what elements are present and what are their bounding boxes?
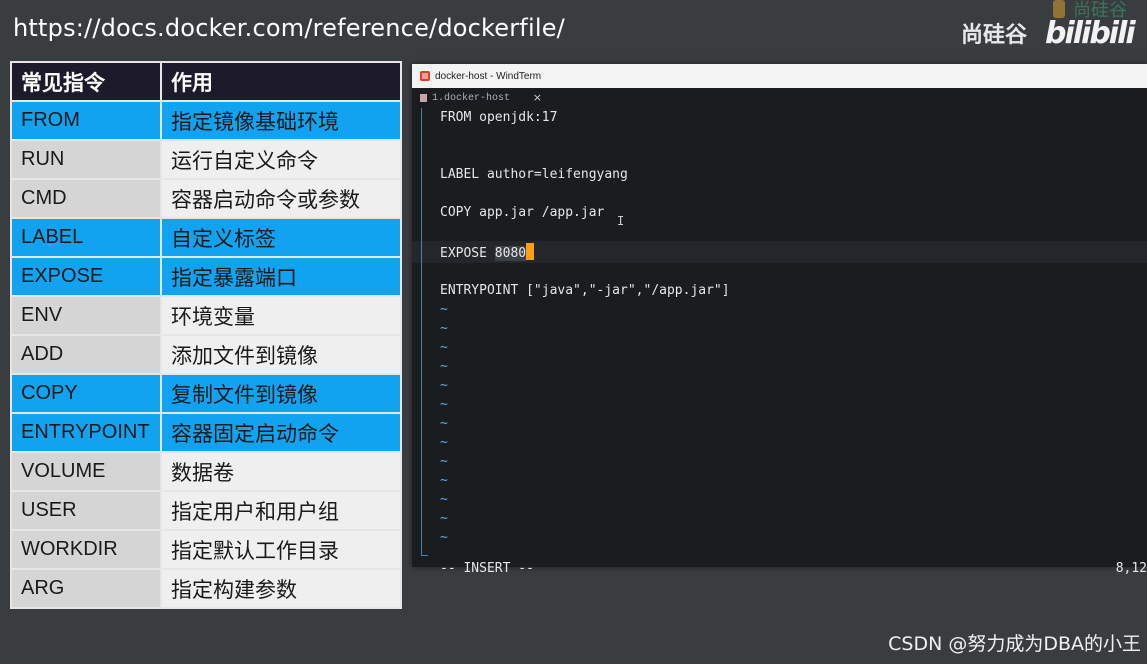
command-cell: FROM (10, 100, 162, 141)
gutter-marker-end (421, 555, 428, 556)
purpose-cell: 指定镜像基础环境 (160, 100, 402, 141)
header-command: 常见指令 (10, 61, 162, 102)
empty-line-tilde: ~ (440, 473, 448, 488)
expose-port: 8080 (494, 246, 527, 261)
purpose-cell: 环境变量 (160, 295, 402, 336)
dockerfile-commands-table: 常见指令 作用 FROM 指定镜像基础环境 RUN 运行自定义命令 CMD 容器启动命… (10, 61, 402, 609)
purpose-cell: 容器固定启动命令 (160, 412, 402, 453)
table-row: WORKDIR 指定默认工作目录 (10, 529, 402, 570)
tab-docker-host[interactable]: 1.docker-host × (412, 88, 550, 108)
table-header-row: 常见指令 作用 (10, 61, 402, 102)
command-cell: ENV (10, 295, 162, 336)
editor-line: ENTRYPOINT ["java","-jar","/app.jar"] (440, 283, 730, 298)
purpose-cell: 指定构建参数 (160, 568, 402, 609)
brand-name: 尚硅谷 (961, 23, 1028, 48)
ibeam-cursor-icon: I (617, 214, 625, 228)
empty-line-tilde: ~ (440, 359, 448, 374)
table-row: RUN 运行自定义命令 (10, 139, 402, 180)
table-row: USER 指定用户和用户组 (10, 490, 402, 531)
editor-line: FROM openjdk:17 (440, 110, 558, 125)
command-cell: LABEL (10, 217, 162, 258)
empty-line-tilde: ~ (440, 492, 448, 507)
header-purpose: 作用 (160, 61, 402, 102)
table-row: FROM 指定镜像基础环境 (10, 100, 402, 141)
table-row: EXPOSE 指定暴露端口 (10, 256, 402, 297)
empty-line-tilde: ~ (440, 454, 448, 469)
empty-line-tilde: ~ (440, 397, 448, 412)
command-cell: EXPOSE (10, 256, 162, 297)
table-row: COPY 复制文件到镜像 (10, 373, 402, 414)
windterm-window[interactable]: docker-host - WindTerm 1.docker-host × F… (412, 64, 1147, 576)
text-cursor (526, 243, 535, 260)
table-row: CMD 容器启动命令或参数 (10, 178, 402, 219)
table-row: ADD 添加文件到镜像 (10, 334, 402, 375)
table-row: LABEL 自定义标签 (10, 217, 402, 258)
command-cell: ADD (10, 334, 162, 375)
docs-url-heading: https://docs.docker.com/reference/docker… (13, 14, 565, 42)
editor-line: LABEL author=leifengyang (440, 167, 628, 182)
empty-line-tilde: ~ (440, 378, 448, 393)
close-icon[interactable]: × (533, 91, 542, 104)
command-cell: VOLUME (10, 451, 162, 492)
empty-line-tilde: ~ (440, 340, 448, 355)
window-title-bar[interactable]: docker-host - WindTerm (412, 64, 1147, 88)
editor-line: COPY app.jar /app.jar (440, 205, 605, 220)
windterm-app-icon (420, 71, 430, 81)
tab-label: 1.docker-host (432, 92, 511, 104)
bilibili-logo-icon: bilibili (1045, 16, 1138, 50)
command-cell: RUN (10, 139, 162, 180)
vim-mode-indicator: -- INSERT -- (440, 561, 534, 576)
empty-line-tilde: ~ (440, 511, 448, 526)
purpose-cell: 容器启动命令或参数 (160, 178, 402, 219)
empty-line-tilde: ~ (440, 435, 448, 450)
terminal-editor[interactable]: FROM openjdk:17 LABEL author=leifengyang… (412, 108, 1147, 576)
table-row: ENTRYPOINT 容器固定启动命令 (10, 412, 402, 453)
session-icon (420, 94, 427, 102)
gutter-marker (421, 108, 422, 556)
purpose-cell: 添加文件到镜像 (160, 334, 402, 375)
csdn-watermark: CSDN @努力成为DBA的小王 (888, 633, 1141, 655)
purpose-cell: 自定义标签 (160, 217, 402, 258)
purpose-cell: 复制文件到镜像 (160, 373, 402, 414)
command-cell: WORKDIR (10, 529, 162, 570)
empty-line-tilde: ~ (440, 321, 448, 336)
command-cell: CMD (10, 178, 162, 219)
purpose-cell: 指定用户和用户组 (160, 490, 402, 531)
command-cell: COPY (10, 373, 162, 414)
window-title: docker-host - WindTerm (435, 70, 542, 82)
expose-keyword: EXPOSE (440, 246, 495, 261)
table-row: ARG 指定构建参数 (10, 568, 402, 609)
table-row: VOLUME 数据卷 (10, 451, 402, 492)
table-row: ENV 环境变量 (10, 295, 402, 336)
purpose-cell: 指定暴露端口 (160, 256, 402, 297)
empty-line-tilde: ~ (440, 302, 448, 317)
command-cell: ENTRYPOINT (10, 412, 162, 453)
empty-line-tilde: ~ (440, 416, 448, 431)
cursor-position: 8,12 (1115, 561, 1147, 576)
command-cell: ARG (10, 568, 162, 609)
brand-watermark: 尚硅谷 尚硅谷 bilibili (947, 0, 1147, 60)
editor-line-expose: EXPOSE 8080 (440, 243, 535, 262)
empty-line-tilde: ~ (440, 530, 448, 545)
svg-text:bilibili: bilibili (1045, 16, 1136, 50)
tab-bar: 1.docker-host × (412, 88, 1147, 108)
command-cell: USER (10, 490, 162, 531)
purpose-cell: 指定默认工作目录 (160, 529, 402, 570)
purpose-cell: 数据卷 (160, 451, 402, 492)
purpose-cell: 运行自定义命令 (160, 139, 402, 180)
